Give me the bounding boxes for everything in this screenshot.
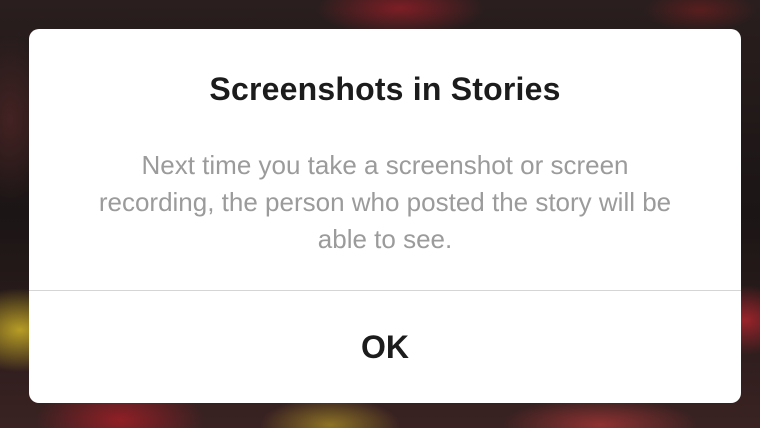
screenshot-alert-dialog: Screenshots in Stories Next time you tak… [29,29,741,403]
dialog-message: Next time you take a screenshot or scree… [98,150,672,254]
ok-button[interactable]: OK [29,291,741,403]
dialog-title: Screenshots in Stories [209,71,561,107]
dialog-content: Screenshots in Stories Next time you tak… [29,29,741,290]
